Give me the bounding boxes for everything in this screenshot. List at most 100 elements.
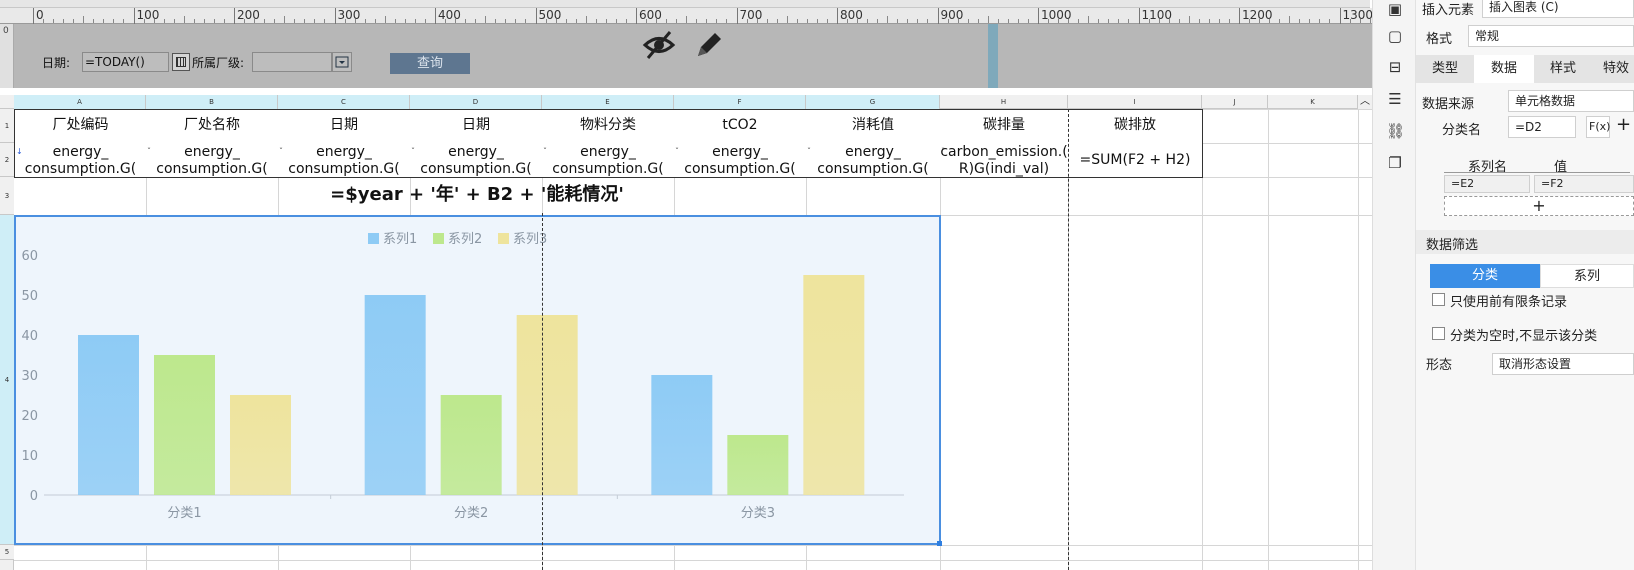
ruler-tick [455, 19, 457, 23]
series-row-name[interactable]: =E2 [1444, 175, 1530, 193]
ruler-tick [867, 19, 869, 23]
row-header[interactable]: 3 [0, 177, 14, 215]
tab-style[interactable]: 样式 [1534, 55, 1592, 83]
hide-empty-checkbox[interactable] [1432, 327, 1445, 340]
header-cell[interactable]: 厂处名称 [146, 109, 279, 144]
hide-empty-label: 分类为空时,不显示该分类 [1450, 329, 1598, 344]
dropdown-arrow-icon[interactable] [332, 52, 352, 72]
border-icon[interactable]: ▢ [1386, 27, 1404, 45]
header-cell[interactable]: 日期 [410, 109, 543, 144]
ruler-tick [756, 19, 758, 23]
column-header[interactable]: I [1068, 95, 1202, 109]
row-header[interactable]: 1 [0, 109, 14, 143]
header-cell[interactable]: 碳排放 [1068, 109, 1203, 144]
date-input[interactable]: =TODAY() [82, 52, 169, 72]
panel-resize-handle[interactable] [988, 24, 998, 88]
data-cell[interactable]: ↓ energy_ consumption.G( [14, 143, 147, 178]
data-cell[interactable]: ˇ carbon_emission.( R)G(indi_val) [940, 143, 1069, 178]
ruler-tick [806, 19, 808, 23]
series-row-value[interactable]: =F2 [1534, 175, 1634, 193]
cell-attribute-icon[interactable]: ❐ [1386, 154, 1404, 172]
bar-chart[interactable]: 0 10 20 30 40 50 60 分类1 分类2 分类3 系列1 系列2 系列3 [14, 215, 941, 545]
column-header[interactable]: C [278, 95, 410, 109]
seg-series[interactable]: 系列 [1540, 264, 1634, 288]
format-label: 格式 [1426, 32, 1453, 47]
tab-data[interactable]: 数据 [1474, 55, 1534, 83]
ruler-tick [394, 19, 396, 23]
hyperlink-icon[interactable]: ⛓ [1386, 122, 1405, 140]
data-source-label: 数据来源 [1422, 97, 1475, 112]
row-header[interactable]: 4 [0, 215, 14, 545]
category-name-input[interactable]: =D2 [1508, 116, 1576, 138]
ruler-tick [1188, 16, 1190, 23]
row-header[interactable]: 2 [0, 143, 14, 177]
ruler-tick [857, 19, 859, 23]
ruler-tick [414, 19, 416, 23]
grid-vline [1202, 109, 1203, 570]
query-button[interactable]: 查询 [390, 53, 470, 74]
edit-pencil-icon[interactable] [692, 28, 724, 62]
header-cell[interactable]: 厂处编码 [14, 109, 147, 144]
column-header[interactable]: K [1268, 95, 1358, 109]
column-header[interactable]: H [940, 95, 1068, 109]
legend-label: 系列1 [383, 232, 417, 247]
ruler-tick [63, 19, 65, 23]
column-header[interactable]: D [410, 95, 542, 109]
ruler-tick [676, 19, 678, 23]
insert-element-select[interactable]: 插入图表 (C) [1482, 0, 1634, 18]
header-cell[interactable]: tCO2 [674, 109, 807, 144]
report-title-formula[interactable]: =$year + '年' + B2 + '能耗情况' [14, 177, 940, 215]
data-cell[interactable]: ˇ energy_ consumption.G( [410, 143, 543, 178]
column-header[interactable]: F [674, 95, 806, 109]
formula-button[interactable]: F(x) [1586, 116, 1610, 138]
ruler-tick [344, 19, 346, 23]
add-series-button[interactable]: + [1444, 196, 1634, 216]
ruler-tick [615, 19, 617, 23]
header-cell[interactable]: 日期 [278, 109, 411, 144]
data-cell[interactable]: ˇ energy_ consumption.G( [146, 143, 279, 178]
chart-resize-handle[interactable] [937, 541, 942, 546]
form-select[interactable]: 取消形态设置 [1492, 353, 1634, 375]
top-n-checkbox[interactable] [1432, 293, 1445, 306]
column-header[interactable]: G [806, 95, 940, 109]
ruler-tick [1098, 19, 1100, 23]
data-source-select[interactable]: 单元格数据 [1508, 90, 1634, 112]
format-select[interactable]: 常规 [1468, 25, 1634, 47]
tab-effects[interactable]: 特效 [1592, 55, 1634, 83]
data-cell[interactable]: =SUM(F2 + H2) [1068, 143, 1203, 178]
ruler-tick [314, 19, 316, 23]
data-cell[interactable]: ˇ energy_ consumption.G( [674, 143, 807, 178]
ruler-tick [565, 19, 567, 23]
column-header[interactable]: J [1202, 95, 1268, 109]
header-cell[interactable]: 碳排量 [940, 109, 1069, 144]
calendar-icon[interactable] [172, 53, 190, 71]
header-cell[interactable]: 物料分类 [542, 109, 675, 144]
horizontal-ruler: 0 100 200 300 400 500 600 700 800 900 1000 1100 1200… [0, 8, 1431, 24]
bar-系列2-分类1 [154, 355, 215, 495]
seg-category[interactable]: 分类 [1430, 264, 1540, 288]
data-cell[interactable]: ˇ energy_ consumption.G( [542, 143, 675, 178]
widget-icon[interactable]: ⊟ [1386, 58, 1404, 76]
column-header[interactable]: A [14, 95, 146, 109]
ruler-tick [254, 19, 256, 23]
column-header[interactable]: B [146, 95, 278, 109]
expand-direction-icon: ↓ [16, 147, 23, 156]
row-header[interactable]: 5 [0, 545, 14, 560]
cell-element-icon[interactable]: ▣ [1386, 0, 1404, 18]
tab-type[interactable]: 类型 [1416, 55, 1474, 83]
factory-level-select[interactable] [252, 52, 332, 72]
data-cell[interactable]: ˇ energy_ consumption.G( [806, 143, 941, 178]
header-cell[interactable]: 消耗值 [806, 109, 941, 144]
ruler-label: 1300 [1339, 8, 1373, 24]
column-header[interactable]: E [542, 95, 674, 109]
hide-eye-icon[interactable] [642, 28, 676, 62]
scroll-up-arrow-icon[interactable]: ︿ [1358, 95, 1372, 109]
ruler-tick [746, 19, 748, 23]
data-cell[interactable]: ˇ energy_ consumption.G( [278, 143, 411, 178]
ruler-tick [294, 19, 296, 23]
ruler-tick [625, 19, 627, 23]
ruler-label: 700 [736, 8, 762, 24]
add-category-icon[interactable]: + [1616, 114, 1631, 135]
ruler-tick [404, 19, 406, 23]
condition-icon[interactable]: ☰ [1386, 90, 1404, 108]
